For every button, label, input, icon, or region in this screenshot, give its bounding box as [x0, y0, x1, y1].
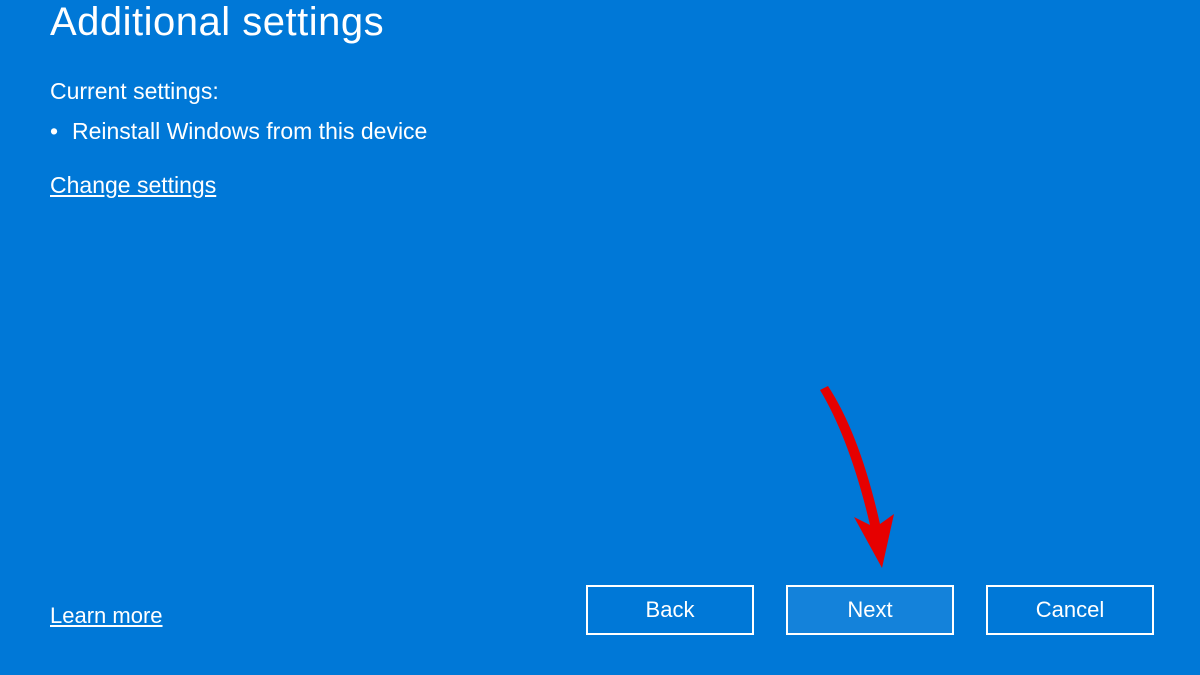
current-settings-label: Current settings:: [50, 78, 219, 105]
page-title: Additional settings: [50, 0, 384, 45]
footer-button-row: Back Next Cancel: [586, 585, 1154, 635]
red-arrow-annotation-icon: [790, 380, 910, 580]
back-button[interactable]: Back: [586, 585, 754, 635]
settings-list-item: Reinstall Windows from this device: [50, 118, 427, 145]
change-settings-link[interactable]: Change settings: [50, 172, 216, 199]
learn-more-link[interactable]: Learn more: [50, 603, 163, 629]
cancel-button[interactable]: Cancel: [986, 585, 1154, 635]
settings-list: Reinstall Windows from this device: [50, 118, 427, 145]
next-button[interactable]: Next: [786, 585, 954, 635]
